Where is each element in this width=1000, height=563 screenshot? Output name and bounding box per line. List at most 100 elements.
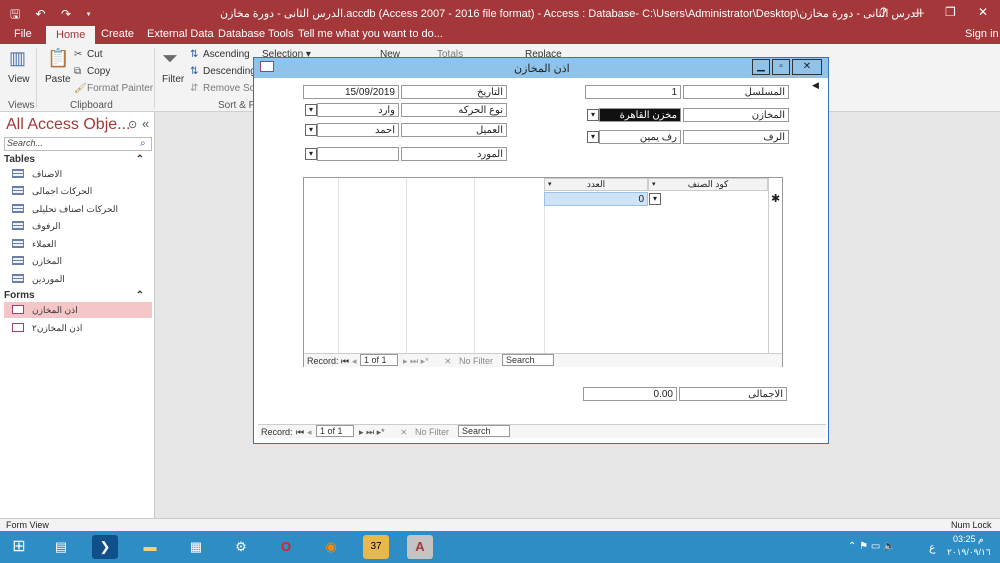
collapse-pane-icon[interactable]: « xyxy=(142,116,149,131)
form-close-button[interactable]: ✕ xyxy=(792,59,822,75)
server-manager-icon[interactable]: ▤ xyxy=(48,535,74,559)
store-combo[interactable]: مخزن القاهرة xyxy=(599,108,681,122)
chevron-down-icon[interactable]: ▾ xyxy=(587,131,599,143)
descending-icon[interactable]: ⇅ xyxy=(190,66,198,77)
filter-icon[interactable]: ⨯ xyxy=(400,427,408,438)
date-field[interactable]: 15/09/2019 xyxy=(303,85,399,99)
movement-type-combo[interactable]: وارد xyxy=(317,103,399,117)
restore-button[interactable]: ❐ xyxy=(945,5,956,19)
supplier-combo[interactable] xyxy=(317,147,399,161)
help-icon[interactable]: ? xyxy=(880,5,887,19)
view-button[interactable]: View xyxy=(8,74,30,85)
copy-icon[interactable]: ⧉ xyxy=(74,66,81,77)
tray-icons[interactable]: ⌃ ⚑ ▭ 🔈 xyxy=(848,541,896,552)
quick-access-toolbar[interactable]: 🖫 ↶ ↷ ▾ xyxy=(10,5,97,26)
first-record-icon[interactable]: ⏮ xyxy=(341,356,349,367)
cut-button[interactable]: Cut xyxy=(87,49,103,60)
record-selector-icon[interactable]: ◀ xyxy=(812,80,819,91)
qty-cell[interactable]: 0 xyxy=(544,192,648,206)
opera-icon[interactable]: O xyxy=(273,535,299,559)
chevron-down-icon[interactable]: ▾ xyxy=(649,193,661,205)
item-code-cell[interactable] xyxy=(661,192,768,206)
form-search-input[interactable]: Search xyxy=(458,425,510,437)
serial-field[interactable]: 1 xyxy=(585,85,681,99)
collapse-icon[interactable]: ⌃ xyxy=(136,154,144,165)
shelf-combo[interactable]: رف يمين xyxy=(599,130,681,144)
filter-button[interactable]: Filter xyxy=(162,74,184,85)
column-header-qty[interactable]: العدد ▾ xyxy=(544,178,648,191)
access-app-icon[interactable]: A xyxy=(407,535,433,559)
chevron-down-icon[interactable]: ▾ xyxy=(652,179,656,190)
form-restore-button[interactable]: ▫ xyxy=(772,59,790,75)
ascending-button[interactable]: Ascending xyxy=(203,49,250,60)
chevron-down-icon[interactable]: ▾ xyxy=(587,109,599,121)
media-player-icon[interactable]: 37 xyxy=(363,535,389,559)
format-painter-icon[interactable]: 🖌 xyxy=(74,83,87,94)
tab-external-data[interactable]: External Data xyxy=(147,28,214,40)
descending-button[interactable]: Descending xyxy=(203,66,256,77)
chevron-down-icon[interactable]: ▾ xyxy=(305,148,317,160)
chevron-down-icon[interactable]: ▾ xyxy=(548,179,552,190)
ascending-icon[interactable]: ⇅ xyxy=(190,49,198,60)
prev-record-icon[interactable]: ◂ xyxy=(352,356,357,367)
document-icon[interactable]: ▦ xyxy=(183,535,209,559)
chevron-down-icon[interactable]: ▾ xyxy=(305,104,317,116)
record-position-field[interactable]: 1 of 1 xyxy=(316,425,354,437)
tables-section-header[interactable]: Tables ⌃ xyxy=(4,154,152,165)
chevron-down-icon[interactable]: ▾ xyxy=(305,124,317,136)
nav-table-item[interactable]: الحركات اجمالى xyxy=(4,183,152,199)
firefox-icon[interactable]: ◉ xyxy=(318,535,344,559)
clock-date[interactable]: ٢٠١٩/٠٩/١٦ xyxy=(947,547,991,558)
close-button[interactable]: ✕ xyxy=(978,5,988,19)
nav-form-item[interactable]: اذن المخازن xyxy=(4,302,152,318)
filter-icon[interactable]: ⨯ xyxy=(444,356,452,367)
start-button-icon[interactable]: ⊞ xyxy=(6,535,32,559)
nav-search-input[interactable]: Search... xyxy=(4,137,152,151)
next-record-icon[interactable]: ▸ ⏭ ▸* xyxy=(359,427,385,438)
remove-sort-icon[interactable]: ⇵ xyxy=(190,83,198,94)
file-explorer-icon[interactable]: ▬ xyxy=(137,535,163,559)
sign-in-link[interactable]: Sign in xyxy=(965,28,999,40)
next-record-icon[interactable]: ▸ ⏭ ▸* xyxy=(403,356,429,367)
customer-combo[interactable]: احمد xyxy=(317,123,399,137)
tab-home[interactable]: Home xyxy=(46,26,96,44)
tab-database-tools[interactable]: Database Tools xyxy=(218,28,294,40)
nav-table-item[interactable]: الاصناف xyxy=(4,166,152,182)
tab-file[interactable]: File xyxy=(14,28,32,40)
nav-table-item[interactable]: الموردين xyxy=(4,271,152,287)
clock-time[interactable]: 03:25 م xyxy=(953,534,984,545)
forms-section-header[interactable]: Forms ⌃ xyxy=(4,290,152,301)
no-filter-indicator[interactable]: No Filter xyxy=(415,427,449,437)
nav-menu-icon[interactable]: ⊙ xyxy=(128,118,137,131)
form-minimize-button[interactable]: ▁ xyxy=(752,59,770,75)
nav-table-item[interactable]: الحركات اصناف تحليلى xyxy=(4,201,152,217)
column-header-item-code[interactable]: كود الصنف ▾ xyxy=(648,178,768,191)
cut-icon[interactable]: ✂ xyxy=(74,49,82,60)
first-record-icon[interactable]: ⏮ xyxy=(296,427,304,438)
powershell-icon[interactable]: ❯ xyxy=(92,535,118,559)
no-filter-indicator[interactable]: No Filter xyxy=(459,356,493,366)
minimize-button[interactable]: — xyxy=(912,5,924,19)
form-title-bar[interactable]: اذن المخازن ▁ ▫ ✕ xyxy=(254,58,828,78)
tell-me-box[interactable]: Tell me what you want to do... xyxy=(298,28,443,40)
paste-icon[interactable]: 📋 xyxy=(47,48,69,69)
nav-pane-title[interactable]: All Access Obje... xyxy=(6,116,131,134)
record-position-field[interactable]: 1 of 1 xyxy=(360,354,398,366)
prev-record-icon[interactable]: ◂ xyxy=(307,427,312,438)
paste-button[interactable]: Paste xyxy=(45,74,71,85)
network-tool-icon[interactable]: ⚙ xyxy=(228,535,254,559)
input-language[interactable]: ع xyxy=(929,541,936,554)
collapse-icon[interactable]: ⌃ xyxy=(136,290,144,301)
filter-icon[interactable]: ⏷ xyxy=(162,48,178,71)
nav-table-item[interactable]: العملاء xyxy=(4,236,152,252)
nav-form-item[interactable]: اذن المخازن٢ xyxy=(4,320,152,336)
copy-button[interactable]: Copy xyxy=(87,66,110,77)
view-icon[interactable]: ▥ xyxy=(9,48,26,69)
nav-table-item[interactable]: المخازن xyxy=(4,253,152,269)
format-painter-button[interactable]: Format Painter xyxy=(87,83,153,94)
tab-create[interactable]: Create xyxy=(101,28,134,40)
search-icon[interactable]: ⌕ xyxy=(140,138,146,149)
new-record-icon[interactable]: ✱ xyxy=(771,192,780,205)
nav-table-item[interactable]: الرفوف xyxy=(4,218,152,234)
total-field[interactable]: 0.00 xyxy=(583,387,677,401)
